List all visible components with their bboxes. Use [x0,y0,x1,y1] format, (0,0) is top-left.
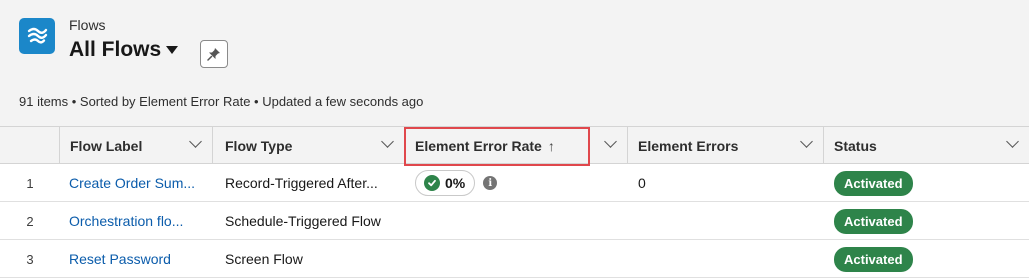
sort-ascending-icon: ↑ [547,137,555,154]
row-number: 2 [26,213,34,229]
flow-label-cell: Orchestration flo... [60,202,213,240]
list-view-header: Flows All Flows 91 items • Sorted by Ele… [0,0,1029,126]
column-header-element-error-rate[interactable]: Element Error Rate ↑ [405,127,628,164]
status-cell: Activated [824,202,1029,240]
table-row: 2 Orchestration flo... Schedule-Triggere… [0,202,1029,240]
list-view-dropdown-icon[interactable] [166,46,178,54]
column-header-label: Status [834,137,877,154]
column-header-label: Element Error Rate [415,137,542,154]
list-view-title[interactable]: All Flows [69,38,161,62]
object-label: Flows [69,17,106,33]
flow-label-link[interactable]: Create Order Sum... [69,175,195,191]
flows-table: Flow Label Flow Type Element Error Rate … [0,126,1029,280]
status-cell: Activated [824,164,1029,202]
element-errors-cell [628,240,824,278]
list-summary: 91 items • Sorted by Element Error Rate … [19,94,424,109]
element-errors-cell: 0 [638,175,646,191]
column-header-flow-label[interactable]: Flow Label [60,127,213,164]
flow-label-link[interactable]: Orchestration flo... [69,213,183,229]
row-number-header [0,127,60,164]
check-circle-icon [424,175,440,191]
status-badge: Activated [834,170,913,196]
column-header-status[interactable]: Status [824,127,1029,164]
flow-label-cell: Reset Password [60,240,213,278]
column-header-label: Flow Type [225,137,293,154]
flow-type-cell: Screen Flow [225,251,303,267]
chevron-down-icon[interactable] [800,135,813,148]
status-cell: Activated [824,240,1029,278]
flow-type-cell: Schedule-Triggered Flow [225,213,381,229]
chevron-down-icon[interactable] [381,135,394,148]
column-header-label: Flow Label [70,137,143,154]
column-header-element-errors[interactable]: Element Errors [628,127,824,164]
info-icon[interactable]: i [483,176,498,190]
flow-type-cell: Record-Triggered After... [225,175,378,191]
flow-label-link[interactable]: Reset Password [69,251,171,267]
error-rate-cell [405,240,628,278]
status-badge: Activated [834,208,913,234]
row-number: 3 [26,251,34,267]
row-number: 1 [26,175,34,191]
flow-icon [19,18,55,54]
table-row: 1 Create Order Sum... Record-Triggered A… [0,164,1029,202]
chevron-down-icon[interactable] [1006,135,1019,148]
column-header-label: Element Errors [638,137,739,154]
chevron-down-icon[interactable] [189,135,202,148]
element-errors-cell [628,202,824,240]
error-rate-cell: 0% i [405,164,628,202]
column-header-flow-type[interactable]: Flow Type [213,127,405,164]
flow-label-cell: Create Order Sum... [60,164,213,202]
table-row: 3 Reset Password Screen Flow Activated [0,240,1029,278]
pin-list-view-button[interactable] [200,40,228,68]
status-badge: Activated [834,246,913,272]
chevron-down-icon[interactable] [604,135,617,148]
pin-icon [207,48,220,61]
error-rate-pill: 0% [415,170,476,196]
error-rate-cell [405,202,628,240]
error-rate-value: 0% [445,175,466,191]
table-header: Flow Label Flow Type Element Error Rate … [0,126,1029,164]
